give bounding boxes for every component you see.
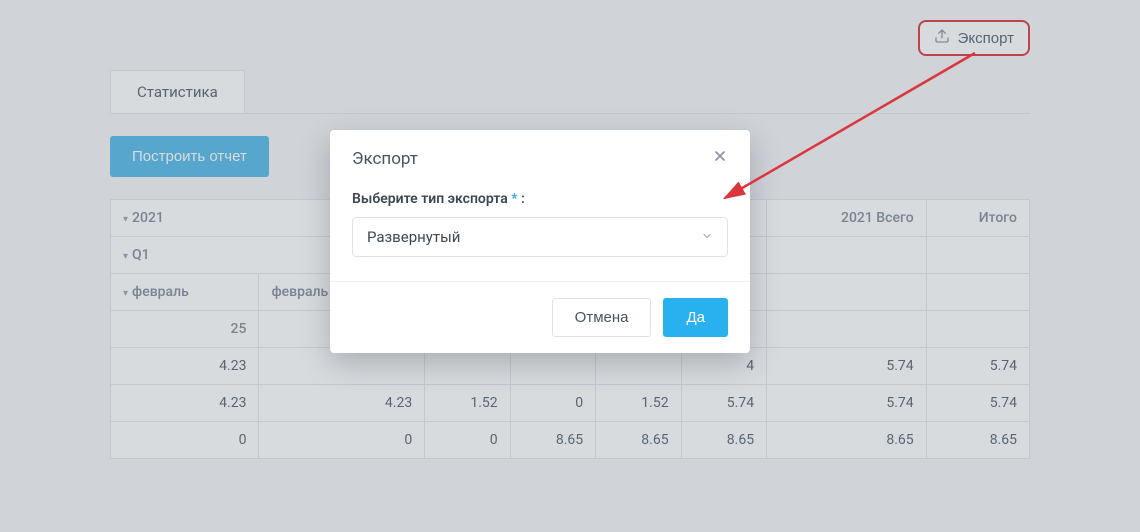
confirm-button[interactable]: Да <box>663 298 728 337</box>
modal-header: Экспорт <box>330 130 750 177</box>
modal-title: Экспорт <box>352 149 418 169</box>
modal-footer: Отмена Да <box>330 281 750 353</box>
cancel-button[interactable]: Отмена <box>552 298 652 337</box>
export-type-value: Развернутый <box>367 228 460 246</box>
export-type-label: Выберите тип экспорта * : <box>352 191 728 207</box>
modal-body: Выберите тип экспорта * : Развернутый <box>330 177 750 281</box>
close-icon[interactable] <box>712 148 728 169</box>
chevron-down-icon <box>701 230 713 245</box>
export-type-select[interactable]: Развернутый <box>352 217 728 257</box>
export-modal: Экспорт Выберите тип экспорта * : Развер… <box>330 130 750 353</box>
